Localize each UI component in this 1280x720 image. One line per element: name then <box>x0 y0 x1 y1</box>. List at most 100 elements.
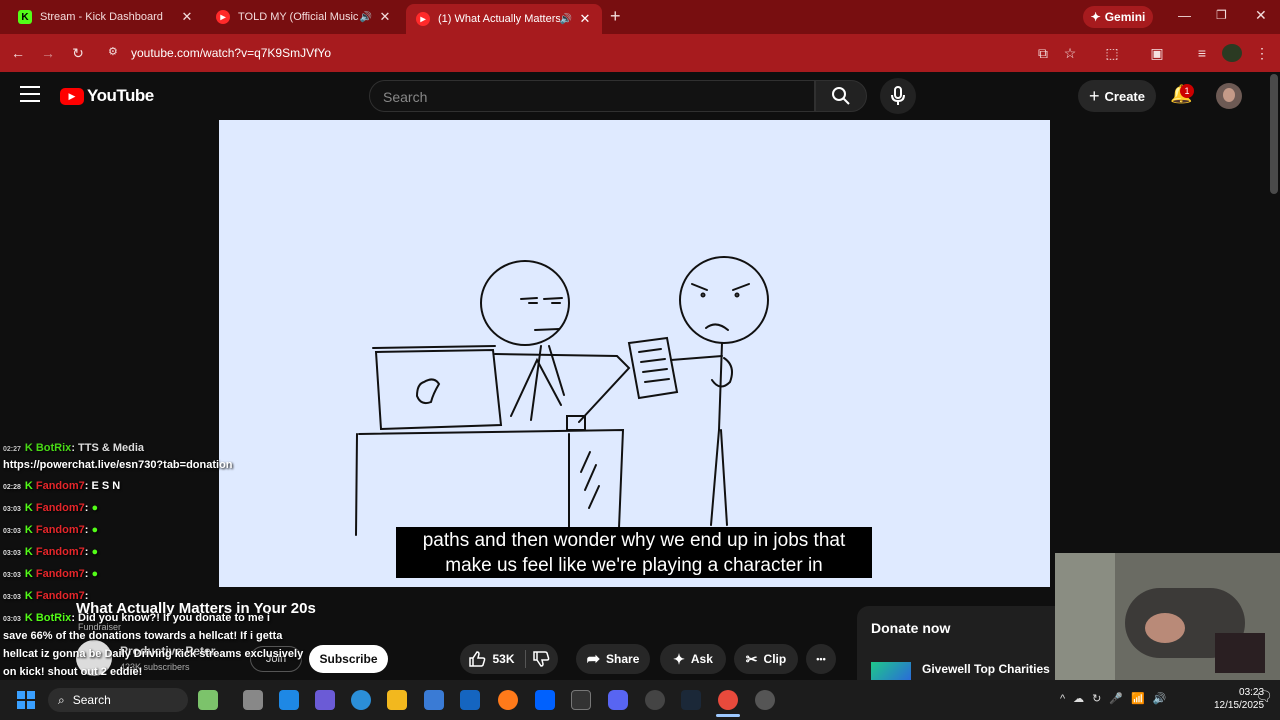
video-caption: paths and then wonder why we end up in j… <box>396 527 872 578</box>
logo-text: YouTube <box>87 86 154 105</box>
create-button[interactable]: + Create <box>1078 80 1156 112</box>
more-actions-button[interactable]: ••• <box>806 644 836 674</box>
kick-badge-icon: K <box>24 524 33 536</box>
close-window-icon[interactable]: ✕ <box>1255 7 1267 24</box>
url-text: youtube.com/watch?v=q7K9SmJVfYo <box>131 46 332 60</box>
obs-icon[interactable] <box>755 690 775 710</box>
notification-center-icon[interactable]: 🗨 <box>1255 688 1273 705</box>
media-controls-icon[interactable]: ≡ <box>1190 41 1214 65</box>
maximize-icon[interactable]: ❐ <box>1216 8 1227 22</box>
steam-icon[interactable] <box>681 690 701 710</box>
install-app-icon[interactable]: ⧉ <box>1031 41 1055 65</box>
widget-icon[interactable] <box>198 690 218 710</box>
ask-button[interactable]: ✦ Ask <box>660 644 726 674</box>
chat-app-icon[interactable] <box>315 690 335 710</box>
speaker-icon[interactable]: 🔊 <box>360 12 372 23</box>
reload-icon[interactable]: ↻ <box>66 41 90 65</box>
account-avatar[interactable] <box>1216 83 1242 109</box>
chat-message: 03:03 K BotRix: Did you know?! If you dona… <box>3 612 270 624</box>
kick-badge-icon: K <box>24 480 33 492</box>
kick-badge-icon: K <box>24 546 33 558</box>
notification-badge: 1 <box>1180 84 1194 98</box>
chat-username: Fandom7 <box>35 524 85 536</box>
chat-text: : <box>84 502 89 514</box>
youtube-favicon-icon: ▸ <box>216 10 230 24</box>
chat-text: : <box>84 590 89 602</box>
donate-panel: Donate now Givewell Top Charities <box>857 606 1057 680</box>
site-info-icon[interactable]: ⚙ <box>108 45 118 58</box>
taskbar-search[interactable]: ⌕ Search <box>48 688 188 712</box>
like-button[interactable]: 53K <box>468 650 526 668</box>
thumbs-down-icon[interactable] <box>532 650 550 668</box>
create-label: Create <box>1104 88 1145 104</box>
chat-username: Fandom7 <box>35 568 85 580</box>
chat-message: 02:27 K BotRix: TTS & Media <box>3 442 145 454</box>
subscribe-button[interactable]: Subscribe <box>309 645 388 673</box>
back-icon[interactable]: ← <box>6 41 30 65</box>
minimize-icon[interactable]: — <box>1178 8 1191 23</box>
chat-username: BotRix <box>35 612 72 624</box>
hamburger-menu-icon[interactable] <box>20 86 40 102</box>
forward-icon[interactable]: → <box>36 41 60 65</box>
chat-text: : E S N <box>84 480 121 492</box>
search-input[interactable]: Search <box>369 80 815 112</box>
kick-badge-icon: K <box>24 502 33 514</box>
close-tab-icon[interactable]: ✕ <box>180 9 194 25</box>
chat-text: : <box>84 524 89 536</box>
chat-text: save 66% of the donations towards a hell… <box>3 630 283 642</box>
webcam-wall <box>1055 553 1115 680</box>
kick-badge-icon: K <box>24 442 33 454</box>
sparkle-icon: ✦ <box>673 650 685 667</box>
emote-icon: ● <box>91 546 99 558</box>
split-view-icon[interactable]: ▣ <box>1145 41 1169 65</box>
firefox-icon[interactable] <box>498 690 518 710</box>
share-button[interactable]: ➦ Share <box>576 644 650 674</box>
emote-icon: ● <box>91 524 99 536</box>
task-view-icon[interactable] <box>243 690 263 710</box>
discord-icon[interactable] <box>608 690 628 710</box>
tab-title: TOLD MY (Official Music Vic <box>238 11 360 23</box>
mail-icon[interactable] <box>460 690 480 710</box>
extensions-icon[interactable]: ⬚ <box>1100 41 1124 65</box>
chrome-icon[interactable] <box>718 690 738 710</box>
tab-active-video[interactable]: ▸ (1) What Actually Matters in 🔊 ✕ <box>406 4 602 34</box>
chat-message: 03:03 K Fandom7: ● <box>3 568 99 580</box>
browser-menu-icon[interactable]: ⋮ <box>1250 41 1274 65</box>
speaker-icon[interactable]: 🔊 <box>560 14 572 25</box>
store-icon[interactable] <box>424 690 444 710</box>
clip-button[interactable]: ✂ Clip <box>734 644 798 674</box>
gemini-button[interactable]: ✦ Gemini <box>1083 6 1153 28</box>
edge-icon[interactable] <box>351 690 371 710</box>
charity-name[interactable]: Givewell Top Charities <box>922 662 1050 676</box>
file-explorer-icon[interactable] <box>387 690 407 710</box>
chat-message: 03:03 K Fandom7: ● <box>3 546 99 558</box>
video-player[interactable] <box>219 120 1050 587</box>
app-icon[interactable] <box>645 690 665 710</box>
address-bar[interactable]: ⚙ youtube.com/watch?v=q7K9SmJVfYo <box>98 39 1088 67</box>
system-tray-icons[interactable]: ^☁↻🎤📶🔊 <box>1060 692 1174 705</box>
dropbox-icon[interactable] <box>535 690 555 710</box>
profile-avatar[interactable] <box>1222 44 1242 62</box>
search-icon <box>832 87 850 105</box>
close-tab-icon[interactable]: ✕ <box>578 11 592 27</box>
page-scrollbar[interactable] <box>1270 74 1278 194</box>
youtube-logo[interactable]: ▶ YouTube <box>60 86 154 106</box>
tab-title: Stream - Kick Dashboard <box>40 11 163 23</box>
like-count: 53K <box>492 652 515 666</box>
chat-text: : Did you know?! If you donate to me i <box>71 612 270 624</box>
chat-message: 03:03 K Fandom7: ● <box>3 502 99 514</box>
new-tab-button[interactable]: + <box>610 6 621 27</box>
tab-kick-dashboard[interactable]: K Stream - Kick Dashboard ✕ <box>8 4 204 30</box>
tab-music-video[interactable]: ▸ TOLD MY (Official Music Vic 🔊 ✕ <box>206 4 402 30</box>
caption-line-2: make us feel like we're playing a charac… <box>445 555 823 576</box>
app-icon[interactable] <box>279 690 299 710</box>
close-tab-icon[interactable]: ✕ <box>378 9 392 25</box>
taskbar-search-label: Search <box>72 693 111 707</box>
notion-icon[interactable] <box>571 690 591 710</box>
ask-label: Ask <box>690 652 713 666</box>
search-button[interactable] <box>815 80 867 112</box>
windows-start-icon[interactable] <box>17 691 35 709</box>
chat-username: Fandom7 <box>35 480 85 492</box>
bookmark-star-icon[interactable]: ☆ <box>1058 41 1082 65</box>
voice-search-button[interactable] <box>880 78 916 114</box>
